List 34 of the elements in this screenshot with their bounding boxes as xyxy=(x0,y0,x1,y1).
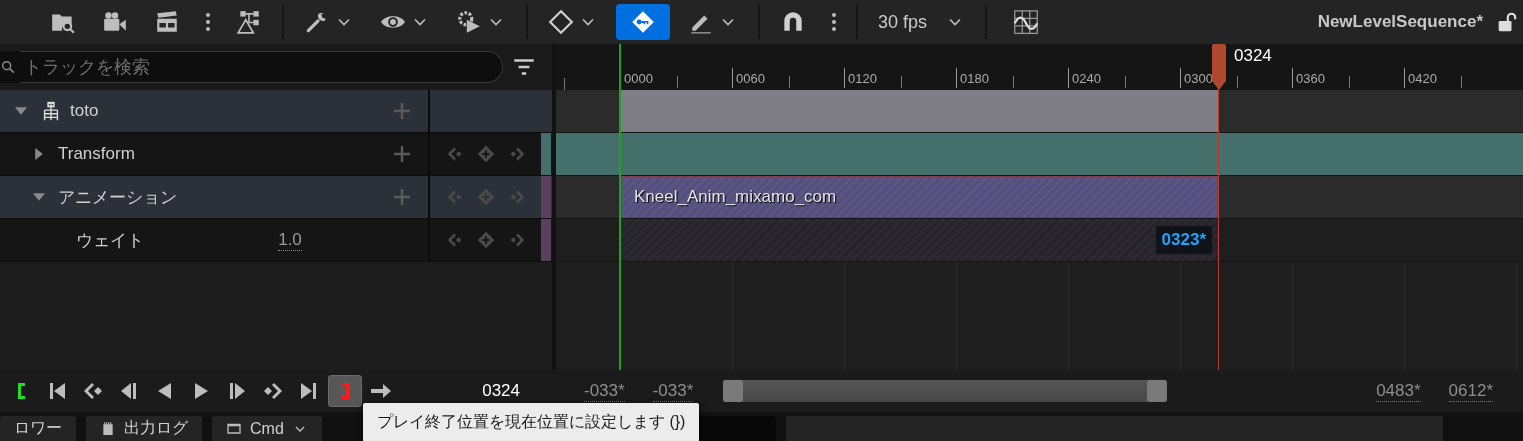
log-icon xyxy=(100,420,116,437)
panel-tab[interactable]: 出力ログ xyxy=(86,416,202,441)
diamond-icon xyxy=(548,9,574,35)
track-search-field[interactable]: トラックを検索 xyxy=(20,51,503,83)
track-label: アニメーション xyxy=(58,186,177,209)
search-icon xyxy=(0,59,16,75)
panel-tab[interactable]: ロワー xyxy=(0,416,76,441)
panel-tab[interactable]: Cmd xyxy=(212,416,322,441)
key-diamond-icon xyxy=(630,9,656,35)
frame-rate-dropdown[interactable]: 30 fps xyxy=(870,4,974,40)
value-field[interactable]: 1.0 xyxy=(278,229,302,251)
gear-play-icon xyxy=(456,9,482,35)
end-frame-badge: 0323* xyxy=(1155,226,1212,254)
track-label: ウェイト xyxy=(76,229,144,252)
track-label: toto xyxy=(70,101,99,121)
more-icon xyxy=(206,12,210,32)
animation-section[interactable]: Kneel_Anim_mixamo_com xyxy=(620,176,1218,218)
timeline-scrollbar[interactable] xyxy=(723,380,1168,402)
track-label: Transform xyxy=(58,144,135,164)
range-start-value[interactable]: -033* xyxy=(584,380,625,402)
tooltip: プレイ終了位置を現在位置に設定します (}) xyxy=(363,403,700,441)
current-frame: 0324 xyxy=(482,381,520,401)
range-start-value[interactable]: -033* xyxy=(652,380,694,402)
range-end-value[interactable]: 0612* xyxy=(1448,380,1493,402)
playhead-marker[interactable] xyxy=(1212,44,1226,90)
range-end-value[interactable]: 0483* xyxy=(1376,380,1421,402)
range-start-icon xyxy=(17,383,25,399)
sequence-name: NewLevelSequence* xyxy=(1317,12,1483,32)
hierarchy-icon xyxy=(236,9,262,35)
range-end-icon xyxy=(341,383,349,399)
key-diamond-tool-button[interactable] xyxy=(616,4,670,40)
more-icon xyxy=(832,12,836,32)
playhead-frame: 0324 xyxy=(1234,46,1272,66)
clapperboard-icon xyxy=(154,9,180,35)
